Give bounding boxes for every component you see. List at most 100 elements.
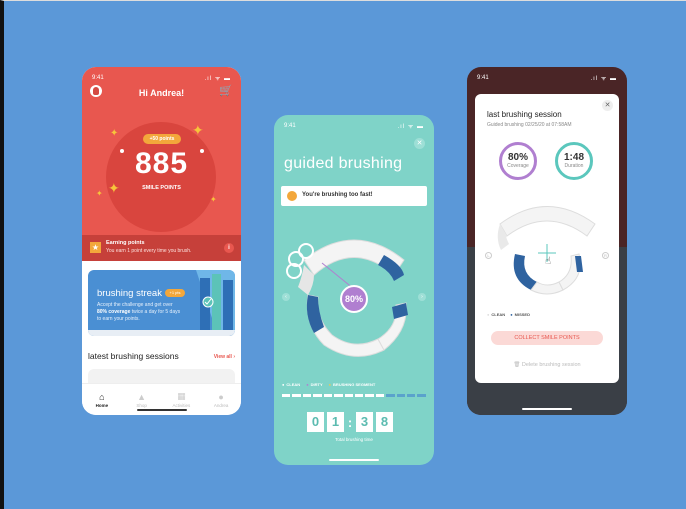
earning-description: You earn 1 point every time you brush. (106, 248, 192, 254)
session-modal: ✕ last brushing session Guided brushing … (475, 94, 619, 383)
status-bar: 9:41 .ıl ᯤ ▬ (477, 73, 617, 83)
progress-segment (396, 394, 406, 397)
session-subtitle: Guided brushing 02/25/20 at 07:58AM (487, 122, 572, 128)
svg-text:☝: ☝ (545, 256, 551, 267)
delete-label: Delete brushing session (521, 362, 581, 368)
sparkle-icon: ✦ (210, 195, 217, 204)
rotate-left-icon[interactable]: ‹ (282, 293, 290, 301)
grid-icon: ▦ (177, 391, 186, 401)
status-icons: .ıl ᯤ ▬ (397, 124, 424, 130)
nav-item-shop[interactable]: ▲ Shop (127, 392, 157, 408)
greeting-title: Hi Andrea! (138, 88, 185, 98)
teeth-legend: CLEAN DIRTY BRUSHING SEGMENT (282, 382, 375, 387)
speed-alert: You're brushing too fast! (281, 186, 427, 206)
close-icon[interactable]: ✕ (414, 138, 425, 149)
legend-dirty: DIRTY (306, 382, 323, 387)
trash-icon: 🗑 (513, 362, 521, 368)
delete-session-link[interactable]: 🗑 Delete brushing session (475, 362, 619, 368)
progress-segment (407, 394, 416, 397)
status-time: 9:41 (284, 123, 296, 129)
nav-item-activities[interactable]: ▦ Activities (166, 391, 196, 408)
home-indicator (136, 409, 187, 411)
legend-missed: MISSED (510, 312, 530, 317)
nav-label: Shop (136, 402, 147, 408)
progress-segment (292, 394, 301, 397)
cart-icon[interactable]: 🛒 (219, 84, 233, 97)
warning-face-icon (287, 191, 297, 201)
view-all-link[interactable]: View all › (214, 354, 235, 360)
timer-label: Total brushing time (335, 437, 373, 442)
status-bar: 9:41 .ıl ᯤ ▬ (92, 73, 231, 83)
progress-segment (323, 394, 333, 397)
coverage-value: 80% (507, 152, 528, 163)
status-time: 9:41 (92, 75, 104, 81)
nav-item-profile[interactable]: ● Andrea (206, 392, 236, 408)
timer-separator: : (347, 414, 353, 430)
progress-segment (282, 394, 291, 397)
progress-segment (386, 394, 395, 397)
collect-smile-points-button[interactable]: COLLECT SMILE POINTS (491, 331, 603, 345)
session-legend: CLEAN MISSED (487, 312, 530, 317)
nav-label: Home (95, 402, 109, 408)
timer-digit: 0 (307, 412, 324, 432)
coverage-percent-bubble: 80% (340, 285, 368, 313)
sparkle-icon: ✦ (192, 122, 204, 138)
session-title: last brushing session (487, 110, 562, 119)
brushing-progress-bar (282, 394, 426, 397)
progress-segment (417, 394, 426, 397)
phone-home-screen: 9:41 .ıl ᯤ ▬ Hi Andrea! 🛒 ✦ ✦ ✦ ✦ ✦ +50 … (82, 67, 241, 415)
earning-points-banner[interactable]: ★ Earning points You earn 1 point every … (82, 235, 241, 261)
streak-desc-bold: 80% coverage (97, 309, 131, 315)
nav-label: Activities (172, 403, 191, 408)
points-label: SMILE POINTS (142, 185, 181, 191)
legend-brushing-segment: BRUSHING SEGMENT (329, 382, 375, 387)
star-icon: ★ (90, 242, 101, 253)
duration-ring: 1:48 Duration (555, 142, 593, 180)
coverage-label: Coverage (507, 163, 529, 169)
earning-title: Earning points (106, 240, 145, 246)
phone-guided-brushing-screen: 9:41 .ıl ᯤ ▬ ✕ guided brushing You're br… (274, 115, 434, 465)
streak-title: brushing streak (97, 288, 162, 299)
progress-segment (365, 394, 374, 397)
brushing-timer: 0 1 : 3 8 (307, 412, 393, 432)
home-indicator (522, 408, 572, 410)
timer-digit: 1 (327, 412, 344, 432)
progress-segment (313, 394, 322, 397)
home-icon: ⌂ (99, 391, 105, 402)
brushing-streak-card[interactable]: brushing streak +1 pts Accept the challe… (88, 270, 235, 336)
duration-value: 1:48 (563, 152, 584, 163)
progress-segment (334, 394, 343, 397)
progress-segment (344, 394, 353, 397)
status-bar: 9:41 .ıl ᯤ ▬ (284, 121, 424, 131)
points-earned-badge: +50 points (143, 134, 181, 144)
latest-sessions-heading: latest brushing sessions (88, 351, 179, 361)
nav-label: Andrea (213, 402, 229, 408)
bag-icon: ▲ (137, 391, 147, 402)
streak-desc-part: Accept the challenge and get over (97, 302, 173, 308)
timer-digit: 8 (376, 412, 393, 432)
rotate-right-icon[interactable]: › (418, 293, 426, 301)
sparkle-icon: ✦ (110, 128, 119, 139)
phone-last-session-screen: 9:41 .ıl ᯤ ▬ ✕ last brushing session Gui… (467, 67, 627, 415)
rotate-right-icon[interactable]: R (602, 252, 609, 259)
streak-description: Accept the challenge and get over 80% co… (97, 302, 183, 323)
progress-segment (375, 394, 385, 397)
legend-clean: CLEAN (282, 382, 300, 387)
home-indicator (329, 459, 379, 461)
info-icon[interactable]: i (224, 243, 234, 253)
coverage-ring: 80% Coverage (499, 142, 537, 180)
session-teeth-illustration: ☝ (497, 206, 596, 295)
progress-segment (354, 394, 364, 397)
legend-clean: CLEAN (487, 312, 505, 317)
status-time: 9:41 (477, 75, 489, 81)
status-icons: .ıl ᯤ ▬ (204, 76, 231, 82)
rotate-left-icon[interactable]: L (485, 252, 492, 259)
points-value: 885 (134, 147, 189, 180)
close-icon[interactable]: ✕ (602, 100, 613, 111)
session-card[interactable] (88, 369, 235, 383)
progress-segment (302, 394, 312, 397)
status-icons: .ıl ᯤ ▬ (590, 76, 617, 82)
alert-message: You're brushing too fast! (302, 192, 373, 198)
nav-item-home[interactable]: ⌂ Home (87, 392, 117, 408)
duration-label: Duration (564, 163, 584, 169)
